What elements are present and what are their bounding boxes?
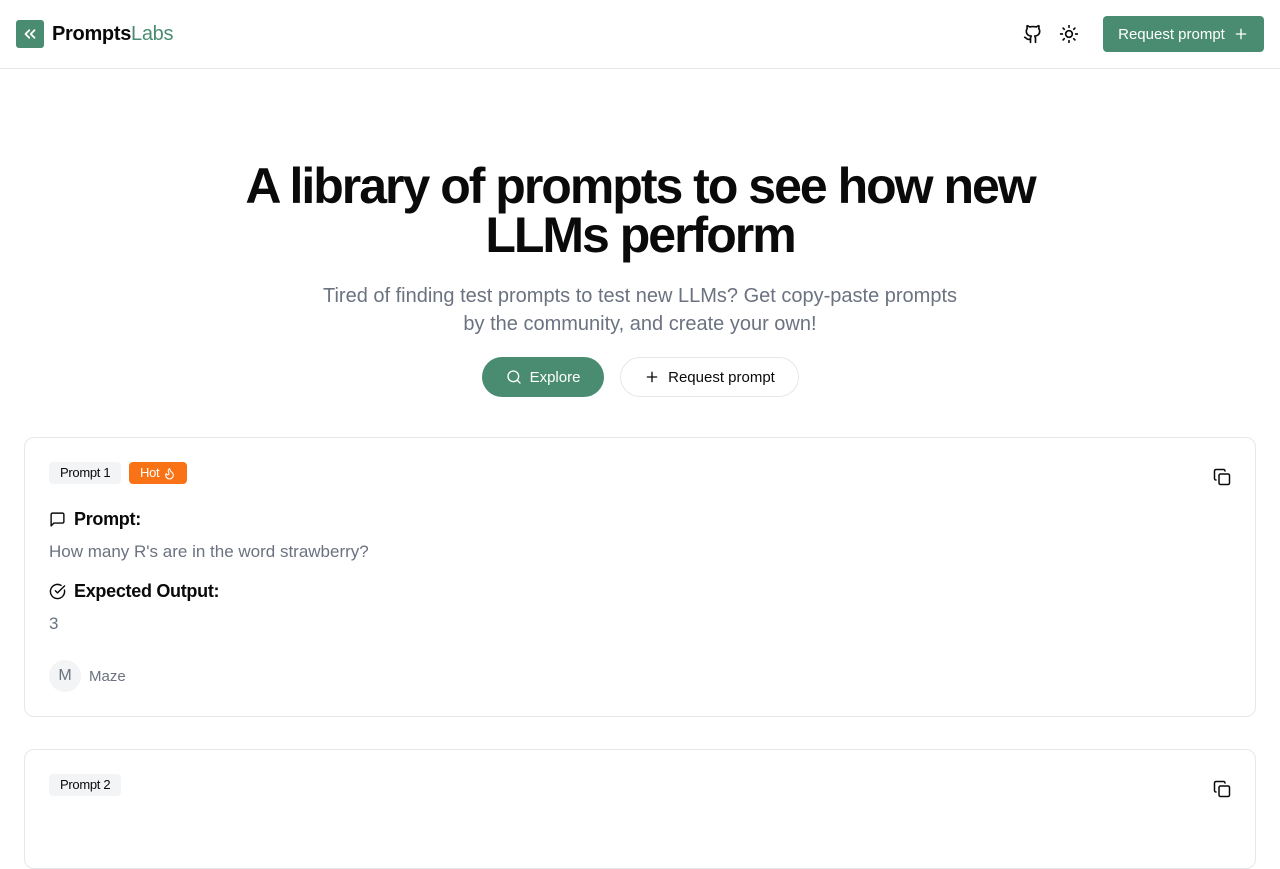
expected-output-heading-label: Expected Output: [74, 581, 220, 601]
github-button[interactable] [1021, 22, 1045, 46]
hot-badge: Hot [129, 462, 188, 484]
logo[interactable] [16, 20, 44, 48]
prompt-number-badge: Prompt 2 [49, 774, 122, 796]
chevrons-left-icon [24, 29, 36, 39]
search-icon [506, 370, 521, 384]
sun-icon [1059, 24, 1079, 44]
avatar: M [49, 660, 81, 692]
copy-icon [1213, 468, 1231, 486]
expected-output-text: 3 [49, 614, 59, 633]
hero-subtitle: Tired of finding test prompts to test ne… [323, 285, 957, 335]
message-square-icon [50, 512, 65, 527]
top-navbar: PromptsLabs Request prompt [0, 0, 1280, 69]
explore-label: Explore [529, 368, 581, 386]
prompt-card: Prompt 1 Hot Prompt: How many R's are in… [24, 437, 1256, 717]
prompt-number-badge: Prompt 1 [49, 462, 122, 484]
plus-icon [1235, 28, 1247, 40]
request-prompt-label: Request prompt [668, 368, 775, 386]
request-prompt-button[interactable]: Request prompt [620, 357, 799, 397]
request-prompt-button-header[interactable]: Request prompt [1103, 16, 1264, 52]
prompt-heading: Prompt: [49, 509, 141, 530]
request-prompt-label: Request prompt [1118, 25, 1225, 43]
brand-name-part1: Prompts [52, 23, 132, 45]
github-icon [1023, 24, 1041, 44]
copy-button[interactable] [1213, 780, 1231, 798]
copy-icon [1213, 780, 1231, 798]
brand-name-part2: Labs [131, 23, 174, 45]
prompt-heading-label: Prompt: [74, 509, 141, 529]
explore-button[interactable]: Explore [482, 357, 604, 397]
author-name: Maze [89, 667, 126, 685]
copy-button[interactable] [1213, 468, 1231, 486]
hero-title: A library of prompts to see how new LLMs… [245, 158, 1036, 263]
author[interactable]: M Maze [49, 660, 126, 692]
brand-name[interactable]: PromptsLabs [52, 20, 174, 48]
plus-icon [646, 371, 658, 383]
prompt-text: How many R's are in the word strawberry? [49, 542, 369, 561]
circle-check-icon [49, 583, 66, 600]
expected-output-heading: Expected Output: [49, 581, 220, 602]
flame-icon [165, 467, 175, 479]
hot-badge-label: Hot [140, 465, 160, 480]
theme-toggle-button[interactable] [1057, 22, 1081, 46]
prompt-card: Prompt 2 [24, 749, 1256, 869]
